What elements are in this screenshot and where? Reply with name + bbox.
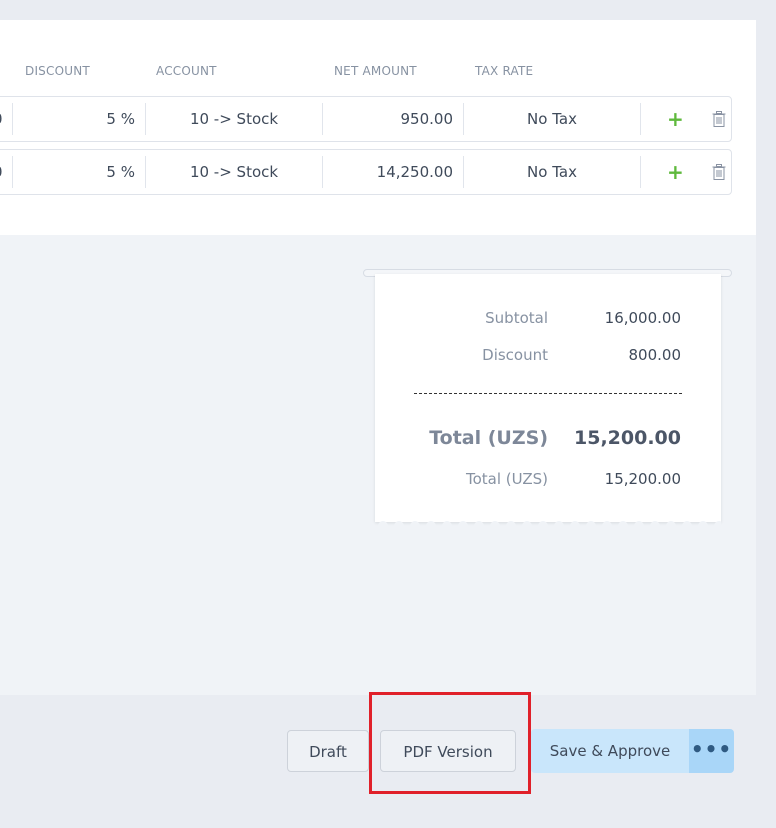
table-row: 0 5 % 10 -> Stock 14,250.00 No Tax + <box>0 149 732 195</box>
scallop-notch <box>602 521 612 526</box>
add-row-plus-icon[interactable]: + <box>667 150 684 194</box>
discount-label: Discount <box>482 346 548 364</box>
column-header-discount: DISCOUNT <box>25 64 90 78</box>
total-secondary-label: Total (UZS) <box>465 470 548 488</box>
scallop-notch <box>714 521 721 526</box>
quantity-cell[interactable]: 0 <box>0 150 3 194</box>
discount-cell[interactable]: 5 % <box>13 97 135 141</box>
scallop-notch <box>698 521 708 526</box>
scallop-notch <box>506 521 516 526</box>
scallop-notch <box>410 521 420 526</box>
save-approve-button[interactable]: Save & Approve <box>531 729 689 773</box>
scallop-notch <box>394 521 404 526</box>
net-amount-cell[interactable]: 14,250.00 <box>323 150 453 194</box>
line-items-table: DISCOUNT ACCOUNT NET AMOUNT TAX RATE 0 5… <box>0 20 756 235</box>
scallop-notch <box>538 521 548 526</box>
tax-rate-cell[interactable]: No Tax <box>464 150 640 194</box>
scallop-notch <box>650 521 660 526</box>
tax-rate-cell[interactable]: No Tax <box>464 97 640 141</box>
scallop-notch <box>522 521 532 526</box>
more-options-button[interactable]: ••• <box>689 729 734 773</box>
receipt-scalloped-edge <box>378 521 721 526</box>
total-label: Total (UZS) <box>429 427 548 449</box>
trash-icon[interactable] <box>712 111 726 127</box>
trash-icon[interactable] <box>712 164 726 180</box>
scallop-notch <box>426 521 436 526</box>
column-header-account: ACCOUNT <box>156 64 217 78</box>
account-cell[interactable]: 10 -> Stock <box>146 150 322 194</box>
discount-value: 800.00 <box>628 346 682 364</box>
scallop-notch <box>586 521 596 526</box>
scallop-notch <box>554 521 564 526</box>
scallop-notch <box>490 521 500 526</box>
subtotal-label: Subtotal <box>485 309 548 327</box>
scallop-notch <box>458 521 468 526</box>
quantity-cell[interactable]: 0 <box>0 97 3 141</box>
discount-cell[interactable]: 5 % <box>13 150 135 194</box>
scallop-notch <box>378 521 388 526</box>
scallop-notch <box>442 521 452 526</box>
highlight-box <box>369 692 531 794</box>
total-secondary-value: 15,200.00 <box>604 470 681 488</box>
subtotal-value: 16,000.00 <box>604 309 681 327</box>
scallop-notch <box>634 521 644 526</box>
scallop-notch <box>474 521 484 526</box>
divider <box>414 393 682 394</box>
total-value: 15,200.00 <box>574 427 681 449</box>
scallop-notch <box>570 521 580 526</box>
column-header-net-amount: NET AMOUNT <box>334 64 417 78</box>
net-amount-cell[interactable]: 950.00 <box>323 97 454 141</box>
add-row-plus-icon[interactable]: + <box>667 97 684 141</box>
scallop-notch <box>682 521 692 526</box>
account-cell[interactable]: 10 -> Stock <box>146 97 322 141</box>
column-header-tax-rate: TAX RATE <box>475 64 534 78</box>
scallop-notch <box>666 521 676 526</box>
draft-button[interactable]: Draft <box>287 730 369 772</box>
table-row: 0 5 % 10 -> Stock 950.00 No Tax + <box>0 96 732 142</box>
totals-receipt: Subtotal 16,000.00 Discount 800.00 Total… <box>375 274 721 526</box>
scallop-notch <box>618 521 628 526</box>
